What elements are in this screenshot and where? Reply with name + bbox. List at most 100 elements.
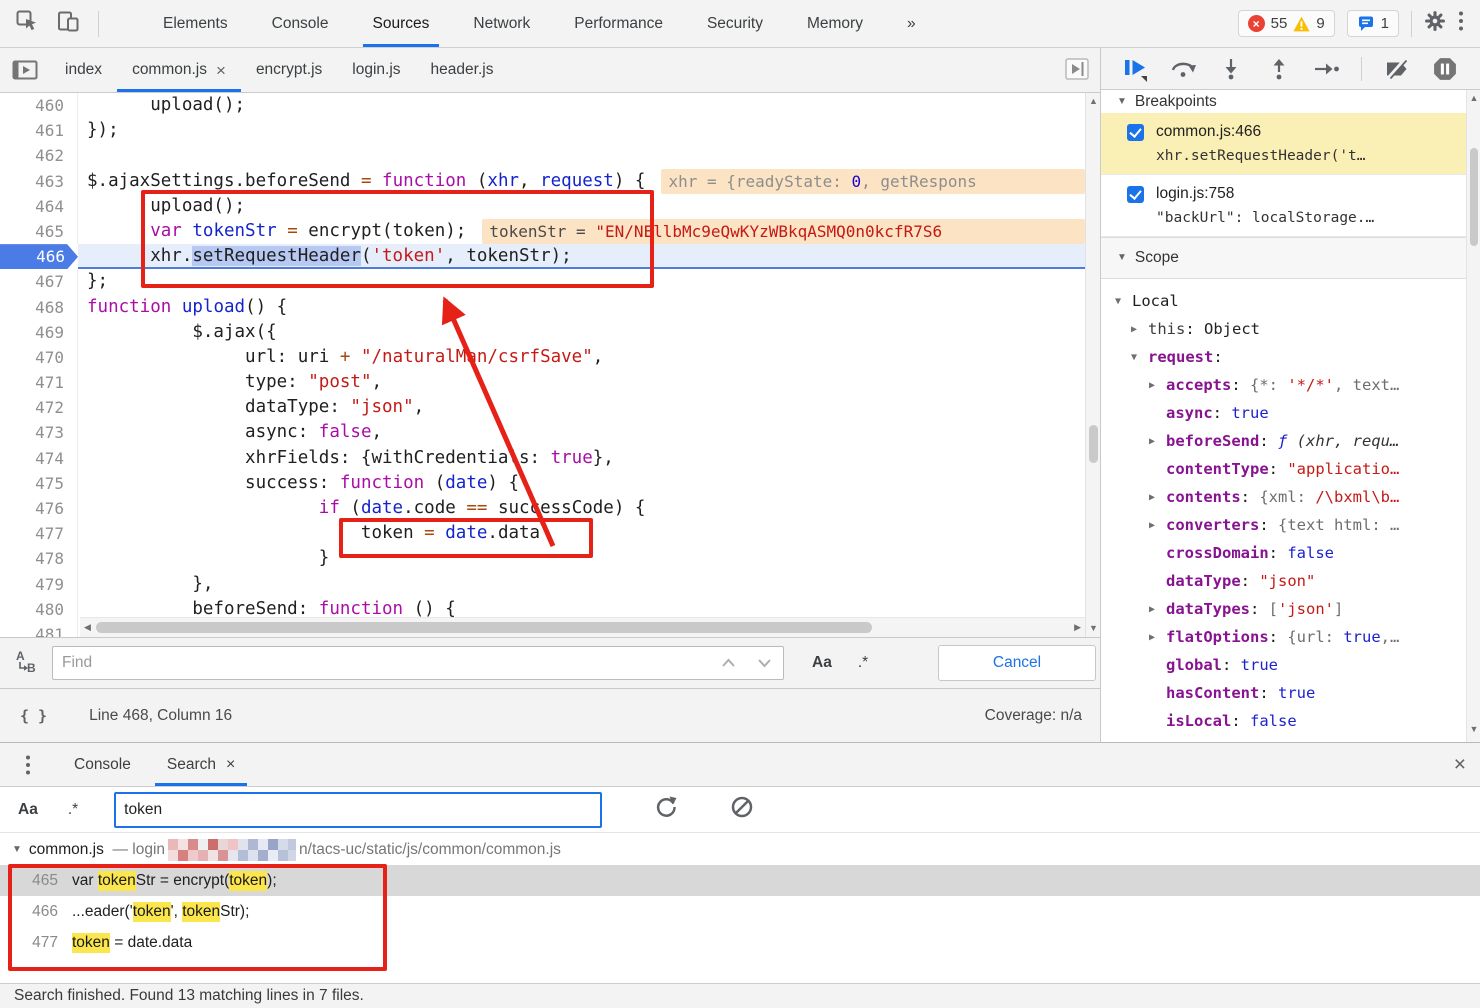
code-line-475[interactable]: 475 success: function (date) { bbox=[0, 470, 1085, 496]
resume-button[interactable] bbox=[1121, 57, 1148, 82]
search-match-case-button[interactable]: Aa bbox=[18, 801, 38, 819]
scope-row-crossDomain[interactable]: crossDomain: false bbox=[1101, 539, 1480, 567]
line-number[interactable]: 463 bbox=[0, 168, 78, 194]
scroll-down-icon[interactable]: ▼ bbox=[1089, 624, 1098, 633]
code-line-464[interactable]: 464 upload(); bbox=[0, 193, 1085, 219]
scroll-down-icon[interactable]: ▼ bbox=[1470, 725, 1479, 734]
search-result-row[interactable]: 465 var token Str = encrypt(token); bbox=[0, 865, 1480, 896]
line-number[interactable]: 467 bbox=[0, 269, 78, 295]
match-case-button[interactable]: Aa bbox=[812, 654, 832, 672]
code-content[interactable]: }, bbox=[78, 572, 1085, 597]
line-number[interactable]: 471 bbox=[0, 370, 78, 396]
line-number[interactable]: 480 bbox=[0, 596, 78, 622]
line-number[interactable]: 475 bbox=[0, 470, 78, 496]
tab-more-tabs[interactable]: » bbox=[885, 0, 938, 47]
line-number[interactable]: 472 bbox=[0, 395, 78, 421]
code-line-468[interactable]: 468 function upload() { bbox=[0, 294, 1085, 320]
search-result-row[interactable]: 466 ...eader(' token ', token Str); bbox=[0, 896, 1480, 927]
tab-network[interactable]: Network bbox=[451, 0, 552, 47]
device-toolbar-icon[interactable] bbox=[57, 10, 80, 38]
tab-elements[interactable]: Elements bbox=[141, 0, 250, 47]
step-into-button[interactable] bbox=[1217, 57, 1244, 81]
line-number[interactable]: 462 bbox=[0, 143, 78, 169]
line-number[interactable]: 481 bbox=[0, 621, 78, 637]
scrollbar-thumb[interactable] bbox=[1089, 425, 1098, 463]
search-result-row[interactable]: 477 token = date.data bbox=[0, 927, 1480, 958]
line-number[interactable]: 465 bbox=[0, 218, 78, 245]
code-content[interactable]: }; bbox=[78, 269, 1085, 294]
drawer-kebab-icon[interactable] bbox=[0, 743, 56, 786]
scope-row-global[interactable]: global: true bbox=[1101, 651, 1480, 679]
scrollbar-thumb[interactable] bbox=[96, 622, 872, 633]
code-content[interactable]: }); bbox=[78, 118, 1085, 143]
line-number[interactable]: 469 bbox=[0, 319, 78, 345]
line-number[interactable]: 468 bbox=[0, 294, 78, 320]
breakpoint-entry[interactable]: common.js:466 xhr.setRequestHeader('t… bbox=[1101, 113, 1480, 175]
line-number[interactable]: 473 bbox=[0, 420, 78, 446]
code-line-471[interactable]: 471 type: "post", bbox=[0, 370, 1085, 396]
code-content[interactable] bbox=[78, 143, 1085, 168]
editor-overflow-icon[interactable] bbox=[1062, 55, 1092, 88]
code-line-479[interactable]: 479 }, bbox=[0, 571, 1085, 597]
find-input[interactable] bbox=[52, 646, 784, 680]
scope-row-contents[interactable]: ▶ contents: {xml: /\bxml\b… bbox=[1101, 483, 1480, 511]
code-line-472[interactable]: 472 dataType: "json", bbox=[0, 395, 1085, 421]
tab-security[interactable]: Security bbox=[685, 0, 785, 47]
deactivate-breakpoints-button[interactable] bbox=[1383, 57, 1410, 81]
tab-memory[interactable]: Memory bbox=[785, 0, 885, 47]
code-content[interactable]: xhr.setRequestHeader('token', tokenStr); bbox=[78, 244, 1085, 270]
drawer-close-icon[interactable]: × bbox=[1454, 743, 1466, 787]
scope-row-async[interactable]: async: true bbox=[1101, 399, 1480, 427]
code-content[interactable]: url: uri + "/naturalMan/csrfSave", bbox=[78, 345, 1085, 370]
code-line-467[interactable]: 467}; bbox=[0, 269, 1085, 295]
scope-section-header[interactable]: ▼ Scope bbox=[1101, 237, 1480, 279]
breakpoint-checkbox[interactable] bbox=[1127, 185, 1144, 203]
file-tab-encrypt-js[interactable]: encrypt.js bbox=[241, 48, 337, 92]
scope-row-hasContent[interactable]: hasContent: true bbox=[1101, 679, 1480, 707]
step-button[interactable] bbox=[1313, 57, 1340, 81]
line-number[interactable]: 476 bbox=[0, 496, 78, 522]
scope-row-Local[interactable]: ▼ Local bbox=[1101, 287, 1480, 315]
clear-icon[interactable] bbox=[730, 795, 754, 824]
tab-performance[interactable]: Performance bbox=[552, 0, 685, 47]
line-number[interactable]: 479 bbox=[0, 571, 78, 597]
line-number[interactable]: 460 bbox=[0, 93, 78, 119]
tab-console[interactable]: Console bbox=[250, 0, 351, 47]
search-result-file-header[interactable]: ▼ common.js — login n/tacs-uc/static/js/… bbox=[0, 835, 1480, 865]
code-line-476[interactable]: 476 if (date.code == successCode) { bbox=[0, 496, 1085, 522]
code-content[interactable]: dataType: "json", bbox=[78, 395, 1085, 420]
code-content[interactable]: xhrFields: {withCredentials: true}, bbox=[78, 446, 1085, 471]
breakpoint-entry[interactable]: login.js:758 "backUrl": localStorage.… bbox=[1101, 175, 1480, 237]
scope-row-converters[interactable]: ▶ converters: {text html: … bbox=[1101, 511, 1480, 539]
source-editor[interactable]: 460 upload(); 461}); 462 463 $.ajaxSettings.… bbox=[0, 93, 1085, 637]
inspect-icon[interactable] bbox=[16, 10, 39, 38]
scope-row-dataTypes[interactable]: ▶ dataTypes: ['json'] bbox=[1101, 595, 1480, 623]
file-tab-index[interactable]: index bbox=[50, 48, 117, 92]
navigator-toggle-icon[interactable] bbox=[0, 48, 50, 92]
code-content[interactable]: token = date.data bbox=[78, 521, 1085, 546]
code-content[interactable]: success: function (date) { bbox=[78, 471, 1085, 496]
step-over-button[interactable] bbox=[1169, 57, 1196, 81]
code-content[interactable]: upload(); bbox=[78, 93, 1085, 118]
settings-gear-icon[interactable] bbox=[1424, 10, 1446, 37]
close-icon[interactable]: × bbox=[226, 756, 235, 774]
code-line-473[interactable]: 473 async: false, bbox=[0, 420, 1085, 446]
scroll-up-icon[interactable]: ▲ bbox=[1470, 94, 1479, 103]
replace-toggle-icon[interactable]: AB bbox=[14, 648, 40, 679]
code-line-461[interactable]: 461}); bbox=[0, 118, 1085, 144]
scope-row-request[interactable]: ▼ request: bbox=[1101, 343, 1480, 371]
messages-badge[interactable]: 1 bbox=[1346, 10, 1399, 37]
code-line-470[interactable]: 470 url: uri + "/naturalMan/csrfSave", bbox=[0, 344, 1085, 371]
breakpoint-checkbox[interactable] bbox=[1127, 123, 1144, 141]
issues-badge[interactable]: × 55 9 bbox=[1237, 10, 1335, 37]
file-tab-header-js[interactable]: header.js bbox=[416, 48, 509, 92]
scope-row-dataType[interactable]: dataType: "json" bbox=[1101, 567, 1480, 595]
search-input[interactable] bbox=[114, 791, 603, 828]
search-regex-button[interactable]: .* bbox=[68, 801, 78, 819]
drawer-tab-search[interactable]: Search × bbox=[149, 743, 253, 786]
regex-button[interactable]: .* bbox=[858, 654, 868, 672]
editor-horizontal-scrollbar[interactable]: ◀ ▶ bbox=[80, 617, 1085, 637]
editor-vertical-scrollbar[interactable]: ▲ ▼ bbox=[1085, 93, 1100, 637]
scope-row-beforeSend[interactable]: ▶ beforeSend: ƒ (xhr, requ… bbox=[1101, 427, 1480, 455]
code-line-478[interactable]: 478 } bbox=[0, 546, 1085, 572]
